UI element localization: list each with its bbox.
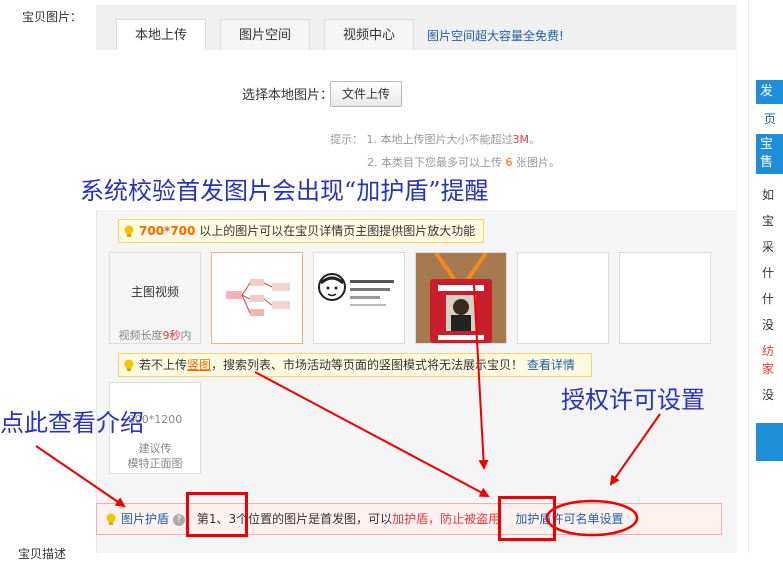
annotation-license-settings: 授权许可设置 bbox=[561, 386, 705, 414]
whitelist-ellipse bbox=[545, 499, 639, 537]
annotation-headline: 系统校验首发图片会出现“加护盾”提醒 bbox=[80, 177, 489, 205]
annotation-arrows bbox=[35, 284, 661, 537]
annotation-view-intro: 点此查看介绍 bbox=[0, 409, 144, 437]
